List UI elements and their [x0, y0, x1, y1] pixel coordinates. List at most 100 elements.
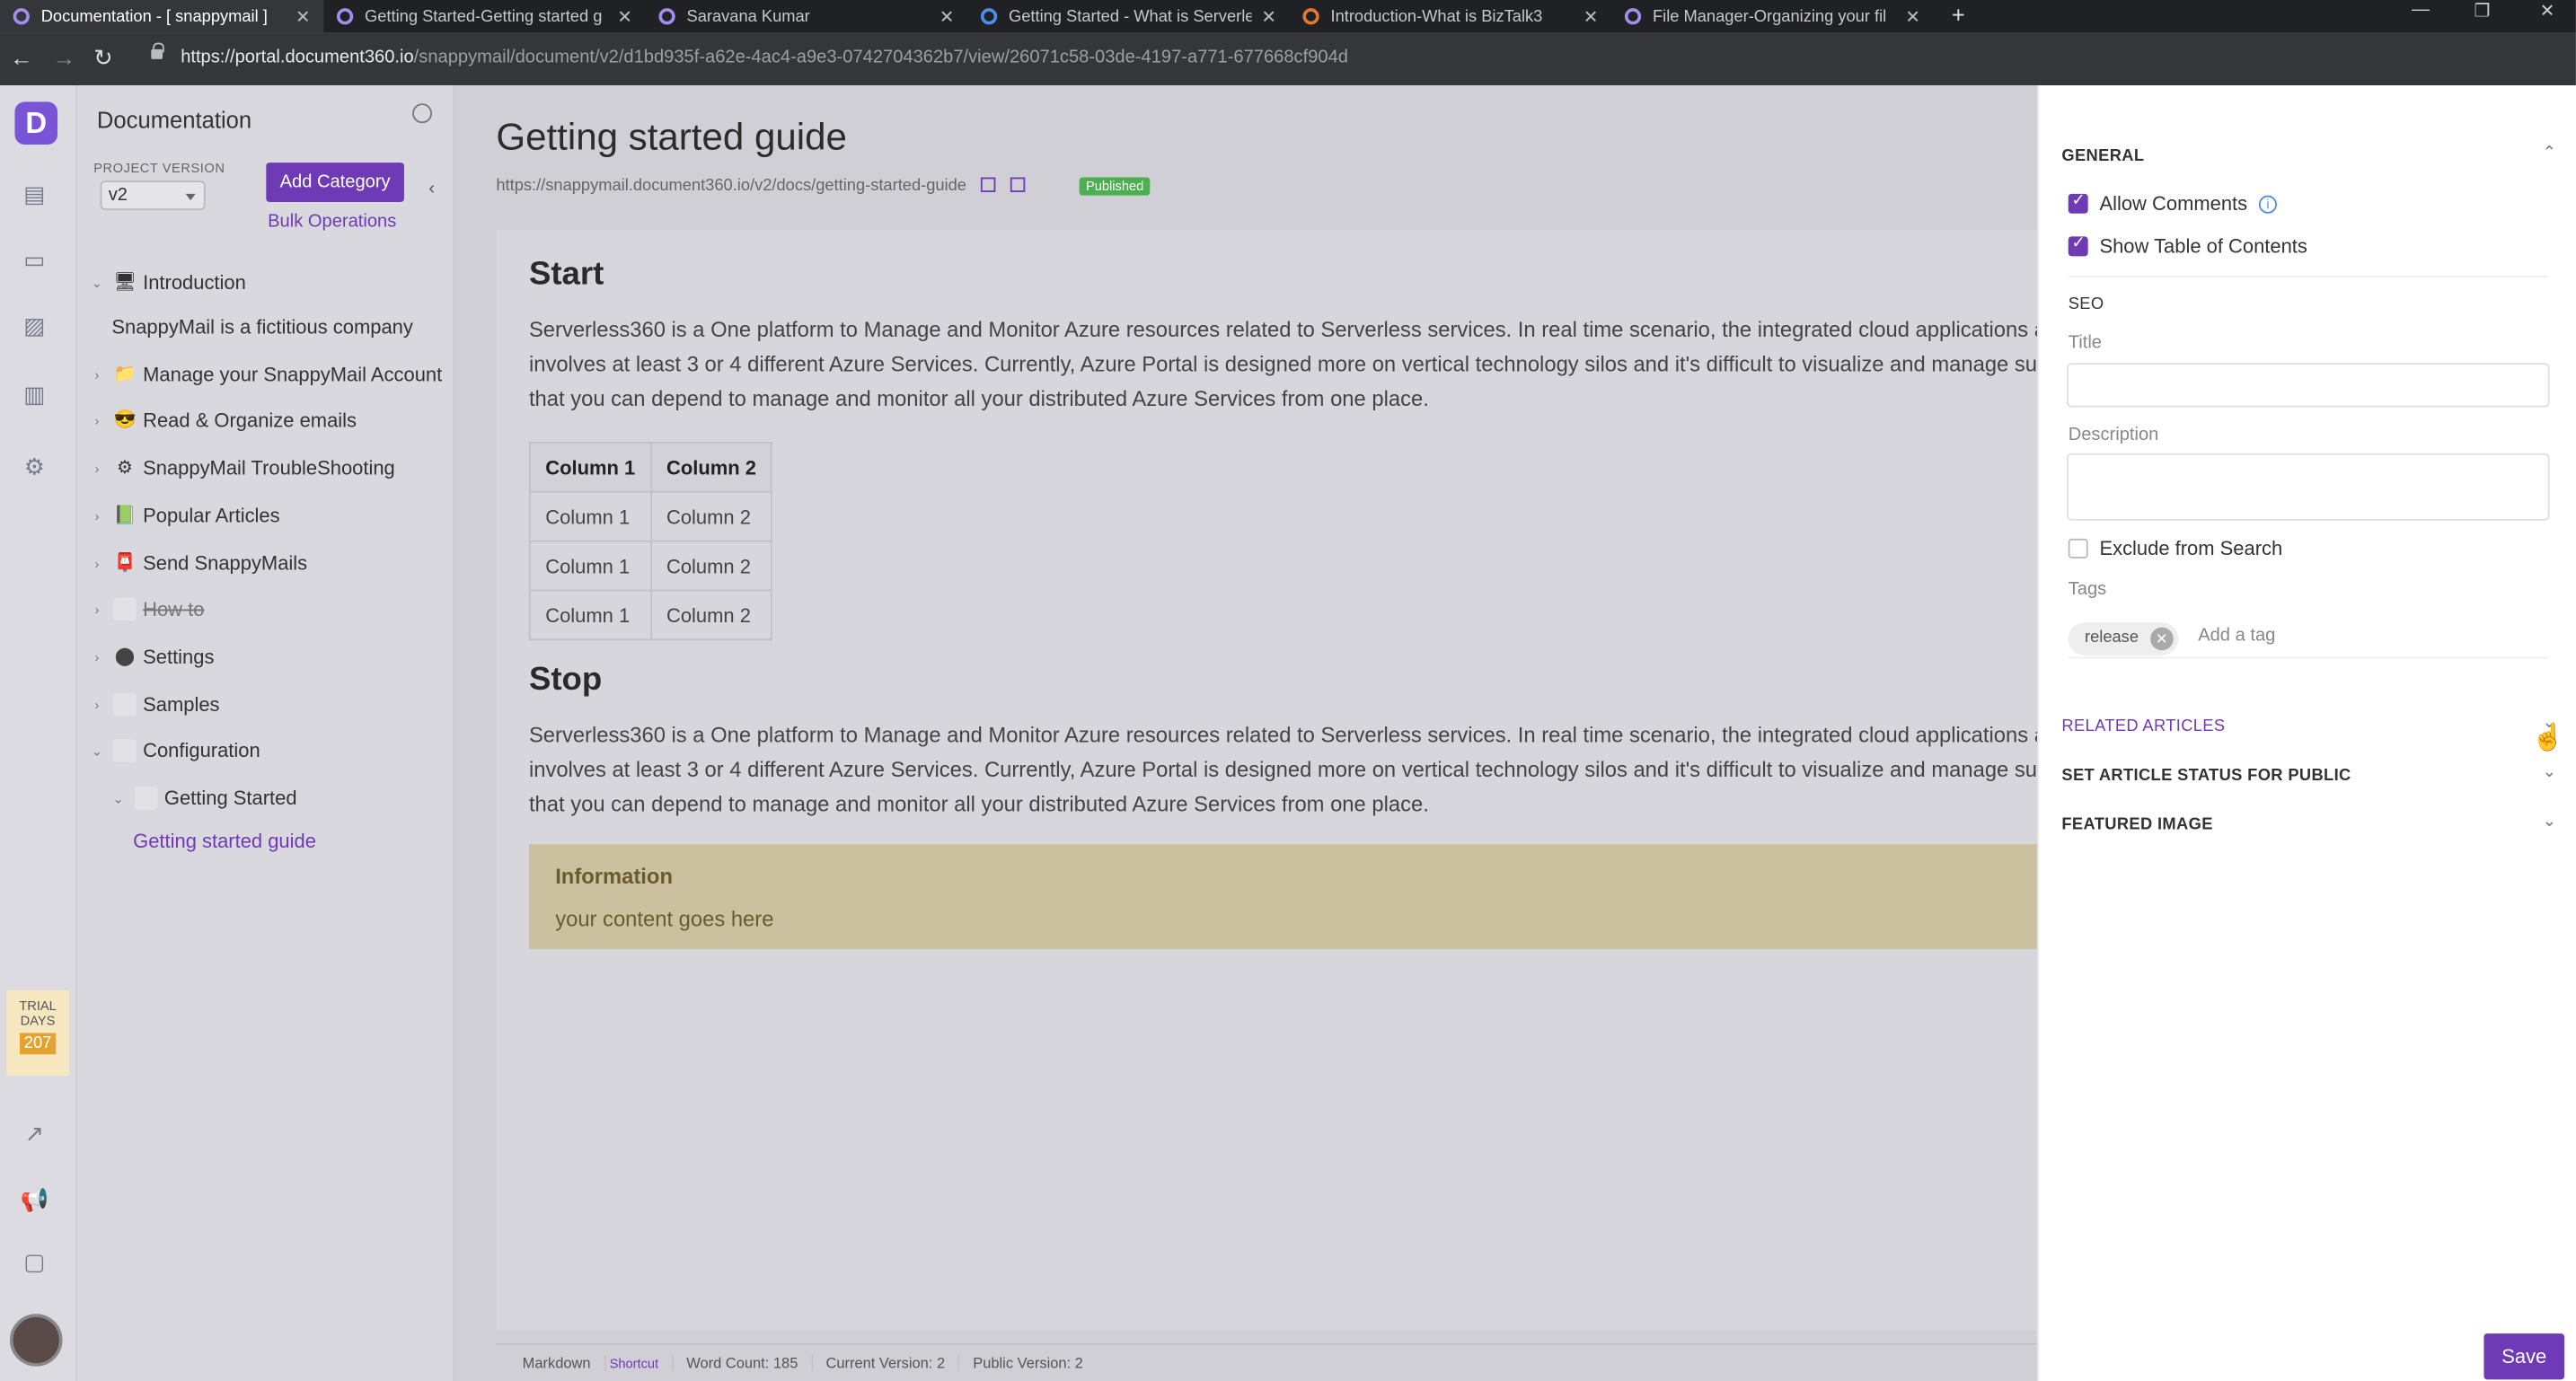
browser-tab[interactable]: Introduction-What is BizTalk3 ✕ [1290, 0, 1611, 33]
tree-item-getting-started[interactable]: ⌄ Getting Started [109, 782, 487, 815]
minimize-icon[interactable]: — [2412, 0, 2430, 20]
remove-tag-icon[interactable]: ✕ [2149, 627, 2174, 651]
seo-title-input[interactable] [2066, 363, 2550, 408]
checkbox-checked-icon[interactable] [2068, 235, 2088, 257]
allow-comments-checkbox[interactable]: Allow Comments i [2068, 191, 2278, 216]
close-tab-icon[interactable]: ✕ [296, 5, 311, 27]
tree-item-introduction[interactable]: ⌄ 🖥 Introduction [87, 266, 465, 299]
analytics-icon[interactable]: ▥ [20, 381, 49, 410]
settings-gear-icon[interactable]: ⚙ [20, 453, 49, 483]
save-button[interactable]: Save [2483, 1333, 2565, 1380]
browser-tab[interactable]: Getting Started-Getting started g ✕ [323, 0, 645, 33]
window-close-icon[interactable]: ✕ [2540, 0, 2555, 22]
tree-item-label: Read & Organize emails [143, 409, 357, 433]
tag-chip[interactable]: release ✕ [2068, 622, 2178, 655]
tree-item-send-snappymails[interactable]: › 📮 Send SnappyMails [87, 547, 465, 580]
general-section-header[interactable]: GENERAL [2061, 148, 2144, 166]
document360-favicon-icon [658, 8, 675, 25]
article-url-text[interactable]: https://snappymail.document360.io/v2/doc… [496, 178, 966, 196]
browser-tab[interactable]: Saravana Kumar ✕ [646, 0, 967, 33]
user-avatar[interactable] [9, 1314, 63, 1367]
close-tab-icon[interactable]: ✕ [1261, 5, 1276, 27]
table-header-row: Column 1 Column 2 [528, 442, 773, 493]
chevron-down-icon[interactable]: ⌄ [2543, 813, 2556, 831]
tree-item-troubleshooting[interactable]: › ⚙ SnappyMail TroubleShooting [87, 452, 465, 485]
section-heading: Stop [528, 662, 603, 699]
tree-item-how-to[interactable]: › How to [87, 593, 465, 626]
chevron-down-icon[interactable]: ⌄ [2543, 763, 2556, 781]
chevron-down-icon[interactable]: ⌄ [87, 275, 107, 289]
browser-tab[interactable]: Documentation - [ snappymail ] ✕ [0, 0, 324, 33]
reload-icon[interactable]: ↻ [93, 44, 112, 72]
show-toc-checkbox[interactable]: Show Table of Contents [2068, 234, 2307, 259]
tab-title: Saravana Kumar [686, 7, 810, 26]
tree-item-configuration[interactable]: ⌄ Configuration [87, 734, 465, 768]
exclude-search-checkbox[interactable]: Exclude from Search [2068, 537, 2283, 560]
back-icon[interactable]: ← [10, 44, 33, 70]
url-field[interactable]: https://portal.document360.io/snappymail… [181, 48, 1348, 67]
chevron-down-icon[interactable]: ⌄ [109, 791, 128, 805]
monitor-icon[interactable]: ▭ [20, 246, 49, 276]
close-tab-icon[interactable]: ✕ [940, 5, 955, 27]
section-paragraph: Serverless360 is a One platform to Manag… [528, 722, 2066, 817]
collapse-sidebar-icon[interactable]: ‹ [428, 179, 435, 198]
browser-tab[interactable]: File Manager-Organizing your fil ✕ [1611, 0, 1933, 33]
chevron-right-icon[interactable]: › [87, 649, 107, 664]
documents-icon[interactable]: ▤ [20, 180, 49, 210]
close-tab-icon[interactable]: ✕ [1584, 5, 1599, 27]
related-articles-header[interactable]: RELATED ARTICLES [2061, 717, 2225, 735]
restore-icon[interactable]: ❐ [2474, 0, 2490, 22]
chevron-right-icon[interactable]: › [87, 556, 107, 570]
document360-favicon-icon [1624, 8, 1642, 25]
project-version-select[interactable]: v2 [100, 180, 206, 211]
checkbox-unchecked-icon[interactable] [2068, 538, 2088, 559]
tree-item-samples[interactable]: › Samples [87, 688, 465, 721]
shortcut-link[interactable]: Shortcut [610, 1356, 658, 1370]
chevron-right-icon[interactable]: › [87, 461, 107, 475]
external-link-icon[interactable]: ↗ [20, 1120, 49, 1149]
megaphone-icon[interactable]: 📢 [20, 1186, 49, 1216]
add-category-button[interactable]: Add Category [266, 163, 404, 202]
chat-icon[interactable]: ▢ [20, 1248, 49, 1278]
tree-item-manage-account[interactable]: › 📁 Manage your SnappyMail Account [87, 358, 465, 391]
table-header-cell: Column 2 [649, 442, 773, 493]
blank-category-icon [134, 787, 158, 810]
edit-icon[interactable] [981, 177, 996, 192]
close-tab-icon[interactable]: ✕ [1905, 5, 1920, 27]
seo-description-input[interactable] [2066, 453, 2550, 521]
chevron-right-icon[interactable]: › [87, 367, 107, 382]
tags-label: Tags [2068, 579, 2107, 600]
info-icon[interactable]: i [2258, 194, 2278, 213]
document360-logo-icon[interactable]: D [14, 101, 58, 145]
featured-image-header[interactable]: FEATURED IMAGE [2061, 816, 2212, 834]
close-tab-icon[interactable]: ✕ [617, 5, 632, 27]
tree-item-popular-articles[interactable]: › 📗 Popular Articles [87, 499, 465, 532]
table-row: Column 1 Column 2 [528, 490, 773, 542]
checkbox-label: Allow Comments [2099, 191, 2248, 216]
checkbox-label: Exclude from Search [2099, 537, 2283, 560]
tree-item-read-organize[interactable]: › 😎 Read & Organize emails [87, 404, 465, 437]
forward-icon[interactable]: → [53, 44, 76, 70]
tree-item-article[interactable]: SnappyMail is a fictitious company [111, 311, 490, 344]
chevron-right-icon[interactable]: › [87, 413, 107, 427]
tree-item-settings[interactable]: › ⬤ Settings [87, 640, 465, 673]
tree-item-label: Getting Started [163, 787, 297, 810]
new-tab-icon[interactable]: + [1952, 2, 1965, 28]
add-tag-input[interactable]: Add a tag [2198, 626, 2275, 646]
bulk-operations-link[interactable]: Bulk Operations [268, 212, 396, 232]
image-icon[interactable]: ▨ [20, 312, 49, 342]
chevron-down-icon[interactable]: ⌄ [87, 743, 107, 758]
checkbox-checked-icon[interactable] [2068, 192, 2088, 214]
seo-heading: SEO [2068, 295, 2104, 314]
chevron-right-icon[interactable]: › [87, 602, 107, 616]
status-badge: Published [1079, 177, 1151, 196]
checkbox-label: Show Table of Contents [2099, 234, 2307, 259]
article-status-header[interactable]: SET ARTICLE STATUS FOR PUBLIC [2061, 767, 2351, 785]
search-icon[interactable] [412, 103, 433, 124]
chevron-right-icon[interactable]: › [87, 508, 107, 523]
browser-tab[interactable]: Getting Started - What is Serverle ✕ [967, 0, 1289, 33]
open-external-icon[interactable] [1010, 177, 1026, 192]
table-cell: Column 2 [649, 490, 773, 542]
chevron-up-icon[interactable]: ⌃ [2543, 145, 2556, 163]
chevron-right-icon[interactable]: › [87, 697, 107, 711]
